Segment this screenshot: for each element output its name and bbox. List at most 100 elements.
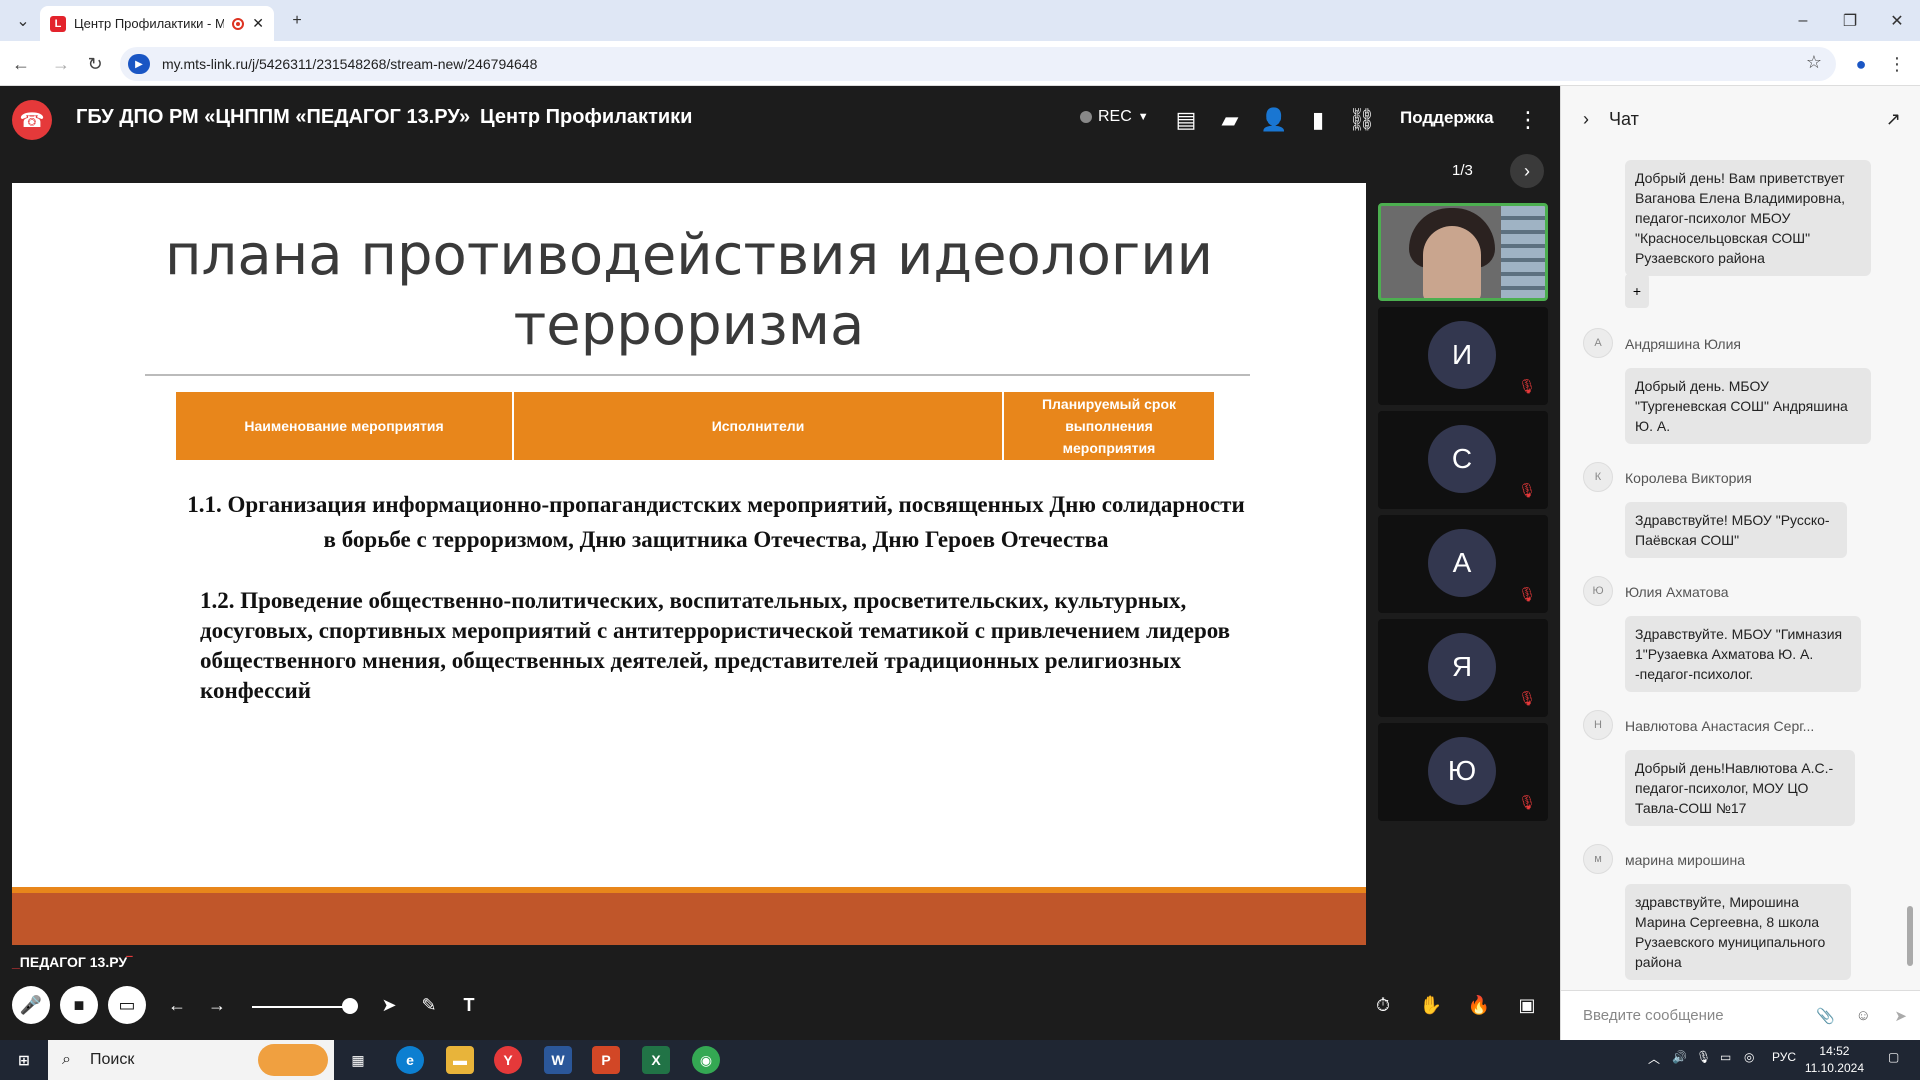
minimize-button[interactable]: – <box>1780 0 1826 41</box>
avatar: К <box>1583 462 1613 492</box>
back-icon[interactable]: ← <box>6 49 36 79</box>
reaction-fire-icon[interactable]: 🔥 <box>1460 986 1498 1024</box>
participants-icon[interactable]: 👤 <box>1256 102 1292 138</box>
layout-toggle-icon[interactable]: ▣ <box>1508 986 1546 1024</box>
avatar: Ю <box>1583 576 1613 606</box>
clock-time: 14:52 <box>1819 1044 1850 1058</box>
chat-input-placeholder: Введите сообщение <box>1583 1007 1724 1024</box>
participant-tile[interactable]: Я 🎙 <box>1378 619 1548 717</box>
chat-input[interactable]: Введите сообщение 📎 ☺ ➤ <box>1561 990 1920 1040</box>
slide-footer-band <box>12 887 1366 945</box>
avatar: м <box>1583 844 1613 874</box>
edge-icon[interactable]: e <box>396 1046 424 1074</box>
chat-title: Чат <box>1609 108 1639 129</box>
chrome-icon[interactable]: ◉ <box>692 1046 720 1074</box>
add-reaction-button[interactable]: + <box>1625 274 1649 308</box>
restore-button[interactable]: ❐ <box>1827 0 1873 41</box>
chat-message: Здравствуйте! МБОУ "Русско-Паёвская СОШ" <box>1625 502 1847 558</box>
participant-tile[interactable]: И 🎙 <box>1378 307 1548 405</box>
tab-close-icon[interactable]: ✕ <box>252 15 264 32</box>
bookmark-star-icon[interactable]: ☆ <box>1806 52 1822 73</box>
record-button[interactable]: REC ▼ <box>1080 108 1149 126</box>
browser-tab[interactable]: L Центр Профилактики - МТ ✕ <box>40 6 274 41</box>
participant-tile[interactable]: С 🎙 <box>1378 411 1548 509</box>
volume-icon[interactable]: 🔊 <box>1672 1050 1687 1064</box>
files-icon[interactable]: ▮ <box>1300 102 1336 138</box>
collapse-chat-icon[interactable]: › <box>1583 109 1589 130</box>
chat-author: Юлия Ахматова <box>1625 584 1729 600</box>
chat-author: Навлютова Анастасия Серг... <box>1625 718 1815 734</box>
task-view-icon[interactable]: ▦ <box>344 1046 372 1074</box>
zoom-slider-handle[interactable] <box>342 998 358 1014</box>
slide-divider <box>145 374 1250 376</box>
chat-message: Добрый день. МБОУ "Тургеневская СОШ" Анд… <box>1625 368 1871 444</box>
timer-icon[interactable]: ⏱ <box>1364 986 1402 1024</box>
browser-menu-icon[interactable]: ⋮ <box>1882 49 1912 79</box>
notifications-icon[interactable]: ▢ <box>1888 1050 1899 1064</box>
participant-tile[interactable]: Ю 🎙 <box>1378 723 1548 821</box>
participant-tile[interactable]: А 🎙 <box>1378 515 1548 613</box>
chat-author: Андряшина Юлия <box>1625 336 1741 352</box>
participant-video-tile[interactable] <box>1378 203 1548 301</box>
site-favicon-icon: L <box>50 15 66 32</box>
pointer-icon[interactable]: ➤ <box>370 986 408 1024</box>
clock-date: 11.10.2024 <box>1804 1061 1864 1075</box>
chat-icon[interactable]: ▰ <box>1212 102 1248 138</box>
taskbar-clock[interactable]: 14:52 11.10.2024 <box>1805 1043 1864 1077</box>
search-label: Поиск <box>90 1051 135 1068</box>
record-dot-icon <box>1080 111 1092 123</box>
forward-icon[interactable]: → <box>46 49 76 79</box>
support-button[interactable]: Поддержка <box>1400 108 1494 128</box>
file-explorer-icon[interactable]: ▬ <box>446 1046 474 1074</box>
yandex-browser-icon[interactable]: Y <box>494 1046 522 1074</box>
microphone-button[interactable]: 🎤 <box>12 986 50 1024</box>
close-window-button[interactable]: ✕ <box>1874 0 1920 41</box>
attach-icon[interactable]: 📎 <box>1816 1007 1835 1025</box>
taskbar-search[interactable]: ⌕ Поиск <box>48 1040 334 1080</box>
powerpoint-icon[interactable]: P <box>592 1046 620 1074</box>
more-menu-icon[interactable]: ⋮ <box>1510 102 1546 138</box>
language-indicator[interactable]: РУС <box>1772 1050 1796 1064</box>
brand-text: ПЕДАГОГ 13.РУ <box>19 954 128 970</box>
address-bar[interactable]: ▶ my.mts-link.ru/j/5426311/231548268/str… <box>120 47 1836 81</box>
camera-button[interactable]: ■ <box>60 986 98 1024</box>
undo-arrow-icon[interactable]: ← <box>158 986 196 1024</box>
tray-overflow-icon[interactable]: ︿ <box>1648 1050 1660 1067</box>
profile-icon[interactable]: ● <box>1846 49 1876 79</box>
redo-arrow-icon[interactable]: → <box>198 986 236 1024</box>
zoom-slider-track[interactable] <box>252 1006 352 1008</box>
word-icon[interactable]: W <box>544 1046 572 1074</box>
slide-item-2: 1.2. Проведение общественно-политических… <box>200 588 1231 703</box>
send-icon[interactable]: ➤ <box>1894 1007 1907 1025</box>
site-info-icon[interactable]: ▶ <box>128 54 150 74</box>
microphone-tray-icon[interactable]: 🎙 <box>1696 1050 1711 1064</box>
slide-item-1: 1.1. Организация информационно-пропаганд… <box>187 492 1245 552</box>
reload-icon[interactable]: ↻ <box>80 49 110 79</box>
windows-start-icon[interactable]: ⊞ <box>10 1046 38 1074</box>
agenda-icon[interactable]: ▤ <box>1168 102 1204 138</box>
avatar: А <box>1583 328 1613 358</box>
emoji-icon[interactable]: ☺ <box>1856 1007 1871 1024</box>
avatar: И <box>1428 321 1496 389</box>
text-tool-icon[interactable]: T <box>450 986 488 1024</box>
pen-icon[interactable]: ✎ <box>410 986 448 1024</box>
excel-icon[interactable]: X <box>642 1046 670 1074</box>
link-icon[interactable]: ⛓ <box>1344 102 1380 138</box>
network-icon[interactable]: ▭ <box>1720 1050 1731 1064</box>
raise-hand-icon[interactable]: ✋ <box>1412 986 1450 1024</box>
avatar: Н <box>1583 710 1613 740</box>
chat-header: › Чат ↗ <box>1561 86 1920 152</box>
chat-message: Добрый день! Вам приветствует Ваганова Е… <box>1625 160 1871 276</box>
screen-share-button[interactable]: ▭ <box>108 986 146 1024</box>
presentation-slide: плана противодействия идеологии террориз… <box>12 183 1366 945</box>
next-slide-button[interactable]: › <box>1510 154 1544 188</box>
mic-muted-icon: 🎙 <box>1518 586 1536 602</box>
camera-tray-icon[interactable]: ◎ <box>1744 1050 1754 1064</box>
new-tab-button[interactable]: + <box>274 0 320 41</box>
chat-author: марина мирошина <box>1625 852 1746 868</box>
video-face <box>1423 226 1481 298</box>
popout-icon[interactable]: ↗ <box>1886 109 1901 130</box>
chat-panel: › Чат ↗ Добрый день! Вам приветствует Ва… <box>1560 86 1920 1040</box>
chat-scrollbar[interactable] <box>1907 906 1913 966</box>
leave-call-button[interactable]: ☎ <box>12 100 52 140</box>
